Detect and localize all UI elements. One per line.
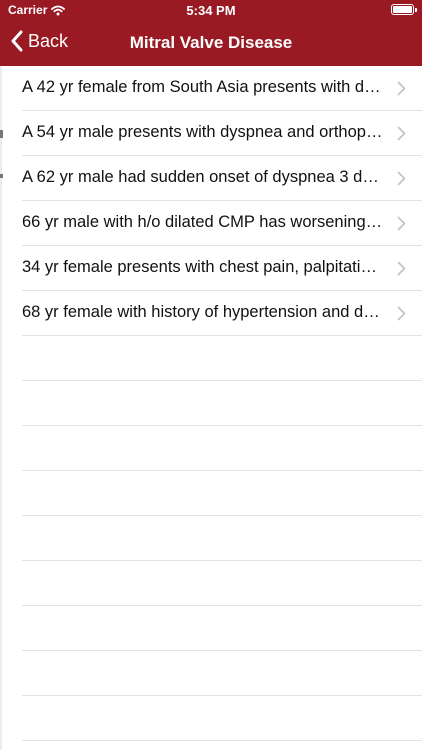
empty-row — [0, 516, 422, 561]
battery-icon — [391, 4, 417, 15]
nav-bar: Back Mitral Valve Disease — [0, 22, 422, 66]
case-row[interactable]: A 54 yr male presents with dyspnea and o… — [0, 111, 422, 156]
chevron-right-icon — [397, 126, 406, 141]
header: Carrier 5:34 PM Back Mitral Valve Diseas… — [0, 0, 422, 66]
empty-row — [0, 606, 422, 651]
empty-row — [0, 651, 422, 696]
empty-row — [0, 561, 422, 606]
page-title: Mitral Valve Disease — [129, 33, 293, 52]
chevron-right-icon — [397, 216, 406, 231]
case-title: A 54 yr male presents with dyspnea and o… — [22, 123, 386, 141]
case-row[interactable]: A 42 yr female from South Asia presents … — [0, 66, 422, 111]
chevron-right-icon — [397, 306, 406, 321]
chevron-right-icon — [397, 261, 406, 276]
chevron-right-icon — [397, 81, 406, 96]
case-title: A 62 yr male had sudden onset of dyspnea… — [22, 168, 386, 186]
case-row[interactable]: 68 yr female with history of hypertensio… — [0, 291, 422, 336]
empty-row — [0, 381, 422, 426]
empty-row — [0, 471, 422, 516]
screen: Carrier 5:34 PM Back Mitral Valve Diseas… — [0, 0, 422, 750]
case-title: 66 yr male with h/o dilated CMP has wors… — [22, 213, 386, 231]
empty-row — [0, 426, 422, 471]
case-row[interactable]: 34 yr female presents with chest pain, p… — [0, 246, 422, 291]
case-title: 34 yr female presents with chest pain, p… — [22, 258, 386, 276]
case-list: A 42 yr female from South Asia presents … — [0, 66, 422, 741]
empty-row — [0, 336, 422, 381]
case-title: 68 yr female with history of hypertensio… — [22, 303, 386, 321]
case-row[interactable]: 66 yr male with h/o dilated CMP has wors… — [0, 201, 422, 246]
status-bar: Carrier 5:34 PM — [0, 0, 422, 22]
status-time: 5:34 PM — [186, 3, 236, 18]
case-row[interactable]: A 62 yr male had sudden onset of dyspnea… — [0, 156, 422, 201]
battery-level — [393, 6, 412, 13]
chevron-right-icon — [397, 171, 406, 186]
case-title: A 42 yr female from South Asia presents … — [22, 78, 386, 96]
empty-row — [0, 696, 422, 741]
